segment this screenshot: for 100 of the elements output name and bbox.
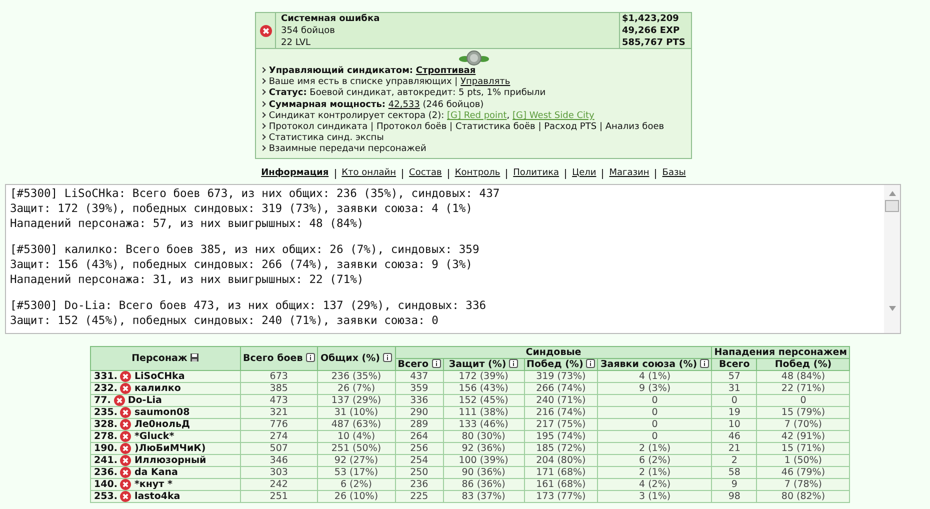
rank-number: 77. bbox=[94, 394, 111, 406]
table-cell: 359 bbox=[395, 382, 444, 394]
table-cell: 0 bbox=[598, 406, 712, 418]
character-link[interactable]: lasto4ka bbox=[134, 490, 180, 502]
link[interactable]: Взаимные передачи персонажей bbox=[268, 144, 426, 154]
table-cell: 4 (2%) bbox=[598, 478, 712, 490]
info-icon[interactable] bbox=[700, 358, 710, 368]
member-count: 354 бойцов bbox=[281, 25, 336, 37]
table-cell: 111 (38%) bbox=[443, 406, 524, 418]
column-header: Побед (%) bbox=[756, 358, 850, 370]
info-text: | bbox=[370, 122, 374, 132]
bullet-icon bbox=[260, 67, 266, 73]
table-cell: 1 (50%) bbox=[756, 454, 850, 466]
log-line: Нападений персонажа: 57, из них выигрышных: 48 (84%) bbox=[10, 216, 365, 231]
info-text: | bbox=[450, 122, 453, 132]
character-link[interactable]: )ЛюБиМЧиК) bbox=[134, 442, 206, 454]
scroll-thumb[interactable] bbox=[885, 200, 899, 212]
info-icon[interactable] bbox=[586, 358, 596, 368]
error-icon bbox=[120, 418, 132, 430]
table-cell: 10 (4%) bbox=[317, 430, 396, 442]
link[interactable]: Управлять bbox=[460, 77, 510, 88]
table-cell: 274 bbox=[240, 430, 318, 442]
table-cell: 385 bbox=[240, 382, 318, 394]
table-cell: 46 (79%) bbox=[756, 466, 850, 478]
nav-tab[interactable]: Цели bbox=[572, 166, 596, 180]
info-text: Синдикат контролирует сектора (2): bbox=[268, 110, 444, 121]
info-text: Боевой синдикат, автокредит: 5 pts, 1% прибыли bbox=[310, 88, 546, 98]
scroll-down-icon[interactable] bbox=[888, 306, 896, 311]
error-icon bbox=[120, 430, 132, 442]
table-cell: 19 bbox=[712, 406, 757, 418]
table-cell: 290 bbox=[395, 406, 444, 418]
table-cell: 133 (46%) bbox=[443, 418, 524, 430]
error-icon bbox=[120, 442, 132, 454]
table-cell: 6 (2%) bbox=[598, 454, 712, 466]
error-icon bbox=[120, 454, 132, 466]
table-cell: 507 bbox=[240, 442, 318, 454]
info-icon[interactable] bbox=[432, 358, 441, 368]
table-cell: 92 (27%) bbox=[317, 454, 396, 466]
label-text: Управляющий синдикатом: bbox=[268, 66, 414, 76]
link[interactable]: Строптивая bbox=[416, 66, 476, 76]
nav-tab[interactable]: Состав bbox=[409, 166, 442, 180]
error-icon bbox=[260, 24, 272, 36]
table-cell: 4 (1%) bbox=[598, 370, 712, 382]
character-link[interactable]: saumon08 bbox=[134, 406, 190, 418]
link[interactable]: Статистика синд. экспы bbox=[268, 133, 384, 144]
column-header: Всего боев bbox=[240, 346, 318, 370]
bullet-icon bbox=[260, 112, 266, 118]
table-cell: 776 bbox=[240, 418, 318, 430]
table-cell: 31 (10%) bbox=[317, 406, 396, 418]
character-link[interactable]: LiSoCHka bbox=[134, 370, 185, 382]
link[interactable]: Расход PTS bbox=[544, 122, 597, 132]
character-link[interactable]: da Kana bbox=[134, 466, 178, 478]
column-header: Персонаж bbox=[90, 346, 240, 370]
character-link[interactable]: *Gluck* bbox=[134, 430, 174, 442]
character-link[interactable]: Do-Lia bbox=[128, 394, 162, 406]
link[interactable]: 42,533 bbox=[388, 100, 420, 110]
table-cell: 173 (77%) bbox=[524, 490, 598, 502]
link[interactable]: Анализ боев bbox=[605, 122, 664, 132]
nav-tab[interactable]: Базы bbox=[662, 166, 686, 180]
log-textarea[interactable] bbox=[5, 184, 901, 334]
table-cell: 57 bbox=[712, 370, 757, 382]
table-cell: 185 (72%) bbox=[524, 442, 598, 454]
info-icon[interactable] bbox=[509, 358, 518, 368]
table-cell: 58 bbox=[712, 466, 757, 478]
floppy-icon[interactable] bbox=[190, 352, 200, 362]
link[interactable]: Протокол боёв bbox=[376, 122, 447, 132]
table-cell: 266 (74%) bbox=[524, 382, 598, 394]
info-icon[interactable] bbox=[382, 352, 392, 362]
nav-tab[interactable]: Кто онлайн bbox=[342, 166, 396, 180]
table-cell: 217 (75%) bbox=[524, 418, 598, 430]
nav-tab[interactable]: Политика bbox=[513, 166, 560, 180]
table-cell: 15 (71%) bbox=[756, 442, 850, 454]
character-link[interactable]: Иллюзорный bbox=[134, 454, 206, 466]
table-cell: 240 (71%) bbox=[524, 394, 598, 406]
rank-number: 235. bbox=[94, 406, 118, 418]
table-cell: 2 bbox=[712, 454, 757, 466]
scroll-up-icon[interactable] bbox=[888, 190, 896, 196]
info-text: Ваше имя есть в списке управляющих | bbox=[268, 77, 458, 88]
table-cell: 80 (82%) bbox=[756, 490, 850, 502]
log-line: [#5300] LiSoCHka: Всего боев 673, из них общих: 236 (35%), синдовых: 437 bbox=[10, 186, 501, 201]
log-line: [#5300] калилко: Всего боев 385, из них общих: 26 (7%), синдовых: 359 bbox=[10, 242, 480, 257]
character-link[interactable]: калилко bbox=[134, 382, 181, 394]
table-cell: 319 (73%) bbox=[524, 370, 598, 382]
nav-tab[interactable]: Контроль bbox=[454, 166, 500, 180]
table-cell: 31 bbox=[712, 382, 757, 394]
bullet-icon bbox=[260, 78, 266, 84]
link[interactable]: Статистика боёв bbox=[455, 122, 536, 132]
scrollbar[interactable] bbox=[884, 184, 900, 333]
character-link[interactable]: Ле0нольД bbox=[134, 418, 190, 430]
table-cell: 9 bbox=[712, 478, 757, 490]
character-link[interactable]: *кнут * bbox=[134, 478, 172, 490]
info-icon[interactable] bbox=[306, 352, 315, 362]
table-cell: 7 (70%) bbox=[756, 418, 850, 430]
nav-tab[interactable]: Магазин bbox=[609, 166, 650, 180]
table-cell: 137 (29%) bbox=[317, 394, 396, 406]
table-cell: 98 bbox=[712, 490, 757, 502]
link[interactable]: Протокол синдиката bbox=[268, 122, 368, 132]
table-cell: 254 bbox=[395, 454, 444, 466]
nav-tab[interactable]: Информация bbox=[261, 166, 329, 180]
table-cell: 156 (43%) bbox=[443, 382, 524, 394]
